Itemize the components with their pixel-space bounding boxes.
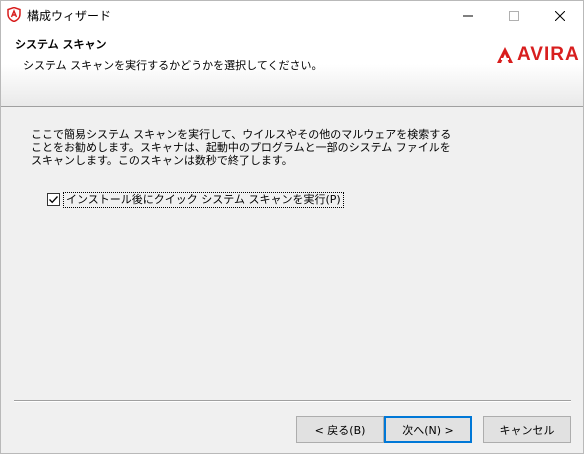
quick-scan-label[interactable]: インストール後にクイック システム スキャンを実行(P)	[63, 191, 344, 208]
checkmark-icon	[49, 196, 58, 204]
window-title: 構成ウィザード	[27, 9, 112, 23]
title-bar[interactable]: 構成ウィザード	[1, 1, 583, 30]
next-button[interactable]: 次へ(N) >	[384, 416, 472, 443]
avira-shield-icon	[7, 6, 21, 23]
setup-wizard-window: 構成ウィザード システム スキャン システム スキャンを実行するかどうかを選択し…	[0, 0, 584, 454]
avira-logo: AVIRA	[495, 44, 580, 66]
maximize-button[interactable]	[491, 1, 537, 30]
page-title: システム スキャン	[15, 38, 107, 51]
footer-divider	[14, 400, 571, 402]
minimize-icon	[463, 15, 473, 16]
minimize-button[interactable]	[445, 1, 491, 30]
quick-scan-option[interactable]: インストール後にクイック システム スキャンを実行(P)	[47, 191, 344, 208]
maximize-icon	[509, 10, 519, 21]
avira-umbrella-icon	[497, 47, 513, 63]
close-button[interactable]	[537, 1, 583, 30]
description-text: ここで簡易システム スキャンを実行して、ウイルスやその他のマルウェアを検索するこ…	[31, 128, 452, 167]
wizard-header: システム スキャン システム スキャンを実行するかどうかを選択してください。 A…	[1, 30, 583, 107]
cancel-button[interactable]: キャンセル	[483, 416, 571, 443]
close-icon	[555, 10, 565, 21]
logo-text: AVIRA	[517, 44, 580, 65]
page-subtitle: システム スキャンを実行するかどうかを選択してください。	[23, 59, 323, 72]
back-button[interactable]: < 戻る(B)	[296, 416, 384, 443]
quick-scan-checkbox[interactable]	[47, 193, 60, 206]
